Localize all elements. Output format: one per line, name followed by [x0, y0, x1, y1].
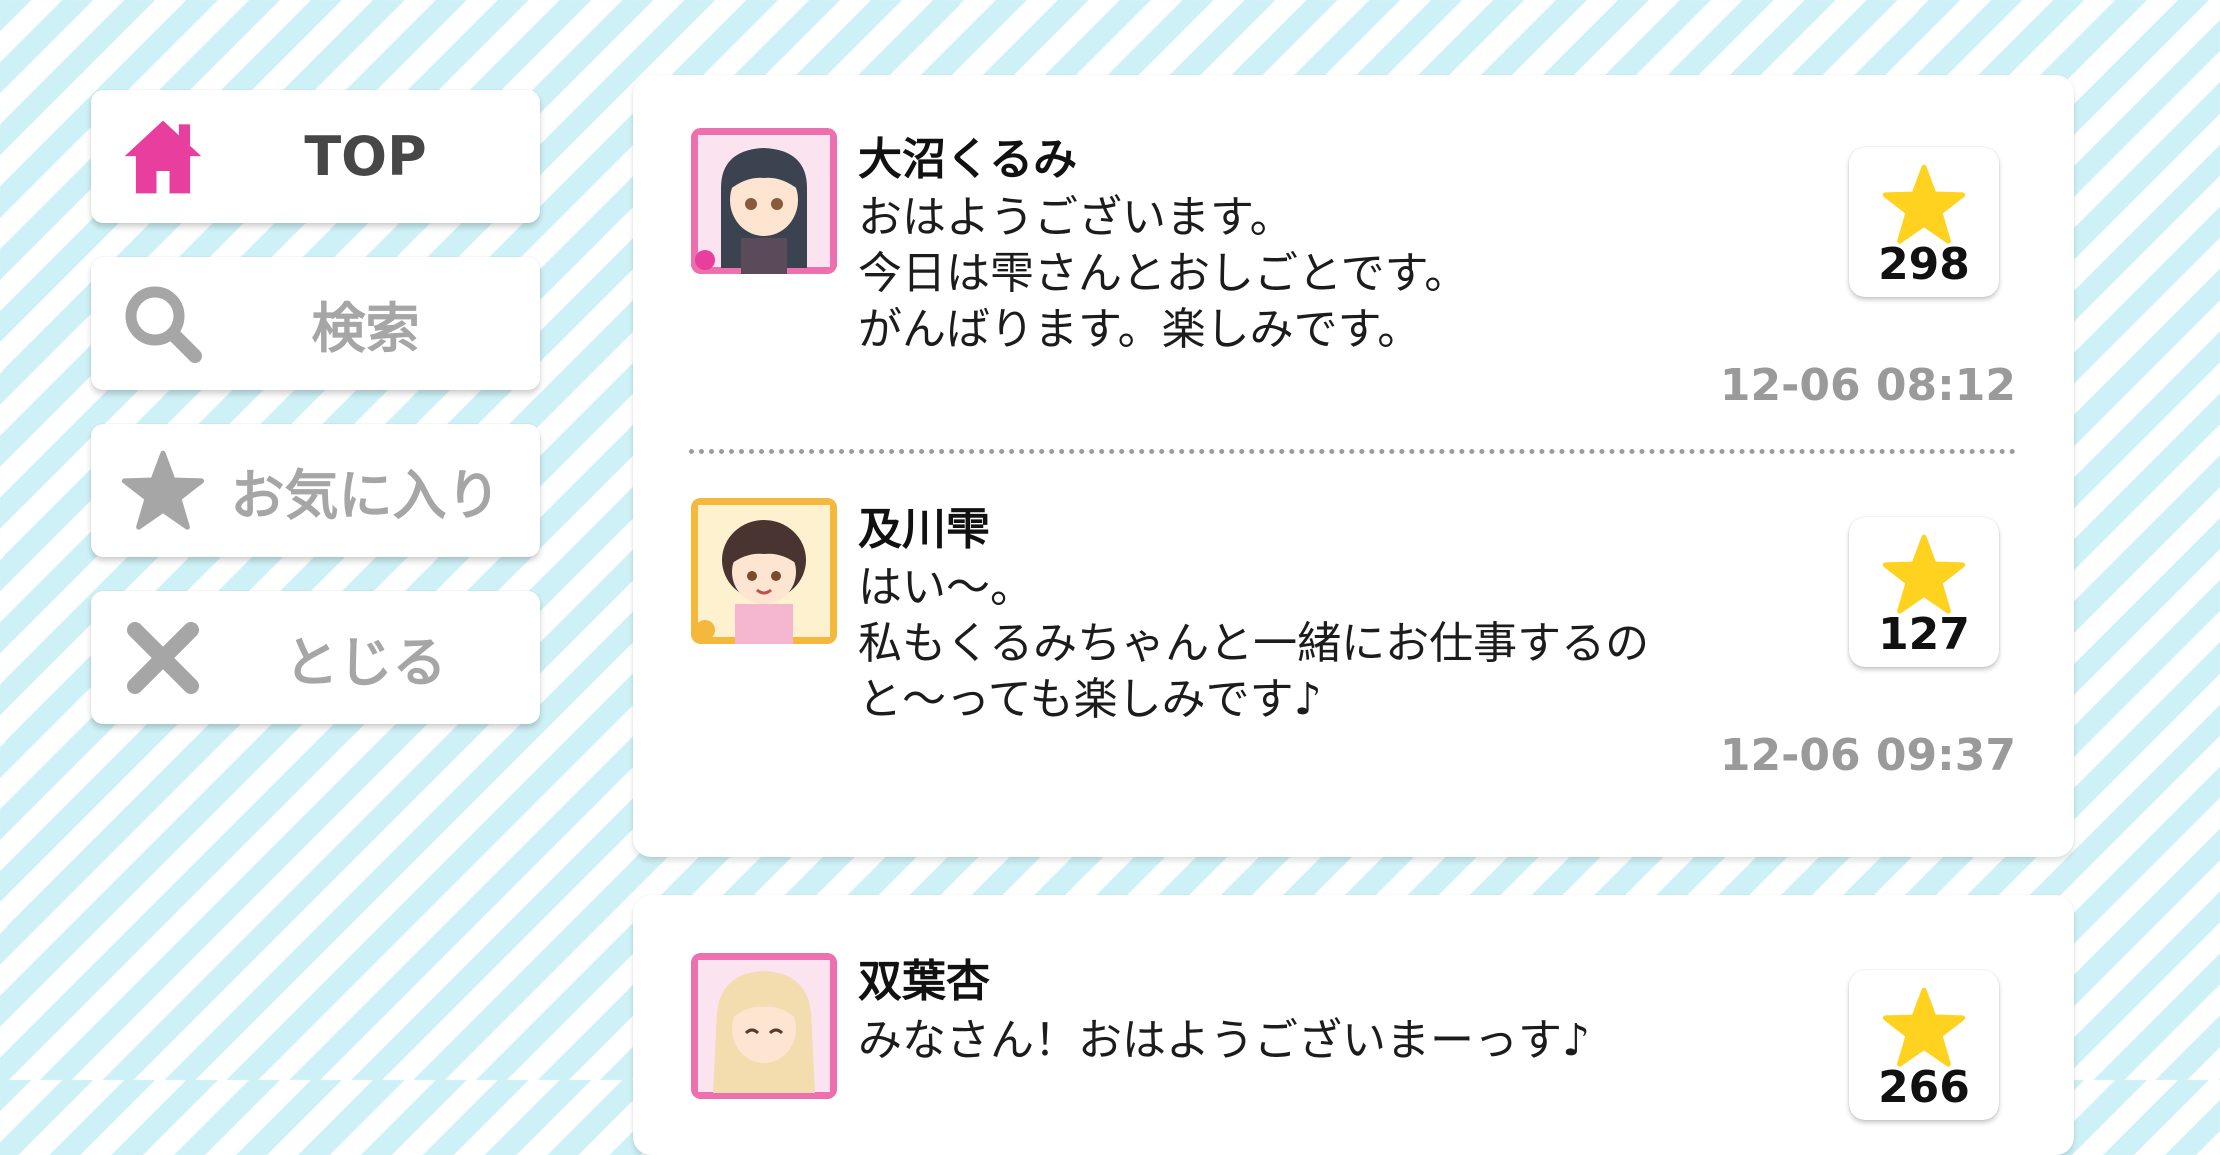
like-count: 266 [1878, 1062, 1970, 1113]
like-button[interactable]: 127 [1849, 517, 1999, 667]
avatar[interactable] [691, 128, 837, 274]
nav-close-button[interactable]: とじる [91, 591, 540, 724]
star-icon [1882, 534, 1966, 614]
star-icon [1882, 987, 1966, 1067]
conversation-card: 双葉杏 みなさん！おはようございまーっす♪ 266 [633, 895, 2074, 1155]
avatar[interactable] [691, 953, 837, 1099]
conversation-card: 大沼くるみ おはようございます。 今日は雫さんとおしごとです。 がんばります。楽… [633, 75, 2074, 857]
post-timestamp: 12-06 08:12 [1719, 360, 2016, 411]
post-author: 双葉杏 [858, 956, 990, 1007]
nav-favorites-label: お気に入り [230, 464, 501, 527]
message-line: がんばります。楽しみです。 [858, 304, 1422, 355]
message-line: 今日は雫さんとおしごとです。 [858, 248, 1469, 299]
message-line: はい～。 [858, 562, 1034, 613]
nav-search-label: 検索 [311, 297, 420, 360]
nav-close-label: とじる [284, 631, 447, 694]
message-line: 私もくるみちゃんと一緒にお仕事するの [858, 618, 1650, 669]
like-count: 298 [1878, 239, 1970, 290]
like-button[interactable]: 298 [1849, 147, 1999, 297]
post-message: はい～。 私もくるみちゃんと一緒にお仕事するの と～っても楽しみです♪ [858, 560, 1649, 728]
post-message: みなさん！おはようございまーっす♪ [858, 1013, 1590, 1069]
nav-favorites-button[interactable]: お気に入り [91, 424, 540, 557]
message-line: と～っても楽しみです♪ [858, 674, 1322, 725]
post-author: 大沼くるみ [858, 134, 1078, 185]
like-button[interactable]: 266 [1849, 970, 1999, 1120]
avatar[interactable] [691, 498, 837, 644]
nav-top-button[interactable]: TOP [91, 90, 540, 223]
message-line: おはようございます。 [858, 192, 1294, 243]
message-line: みなさん！おはようございまーっす♪ [858, 1015, 1591, 1066]
like-count: 127 [1878, 609, 1970, 660]
post-timestamp: 12-06 09:37 [1719, 730, 2016, 781]
star-icon [1882, 164, 1966, 244]
nav-search-button[interactable]: 検索 [91, 257, 540, 390]
post-author: 及川雫 [858, 504, 990, 555]
nav-top-label: TOP [304, 125, 427, 188]
post-message: おはようございます。 今日は雫さんとおしごとです。 がんばります。楽しみです。 [858, 190, 1468, 358]
divider [689, 449, 2016, 454]
